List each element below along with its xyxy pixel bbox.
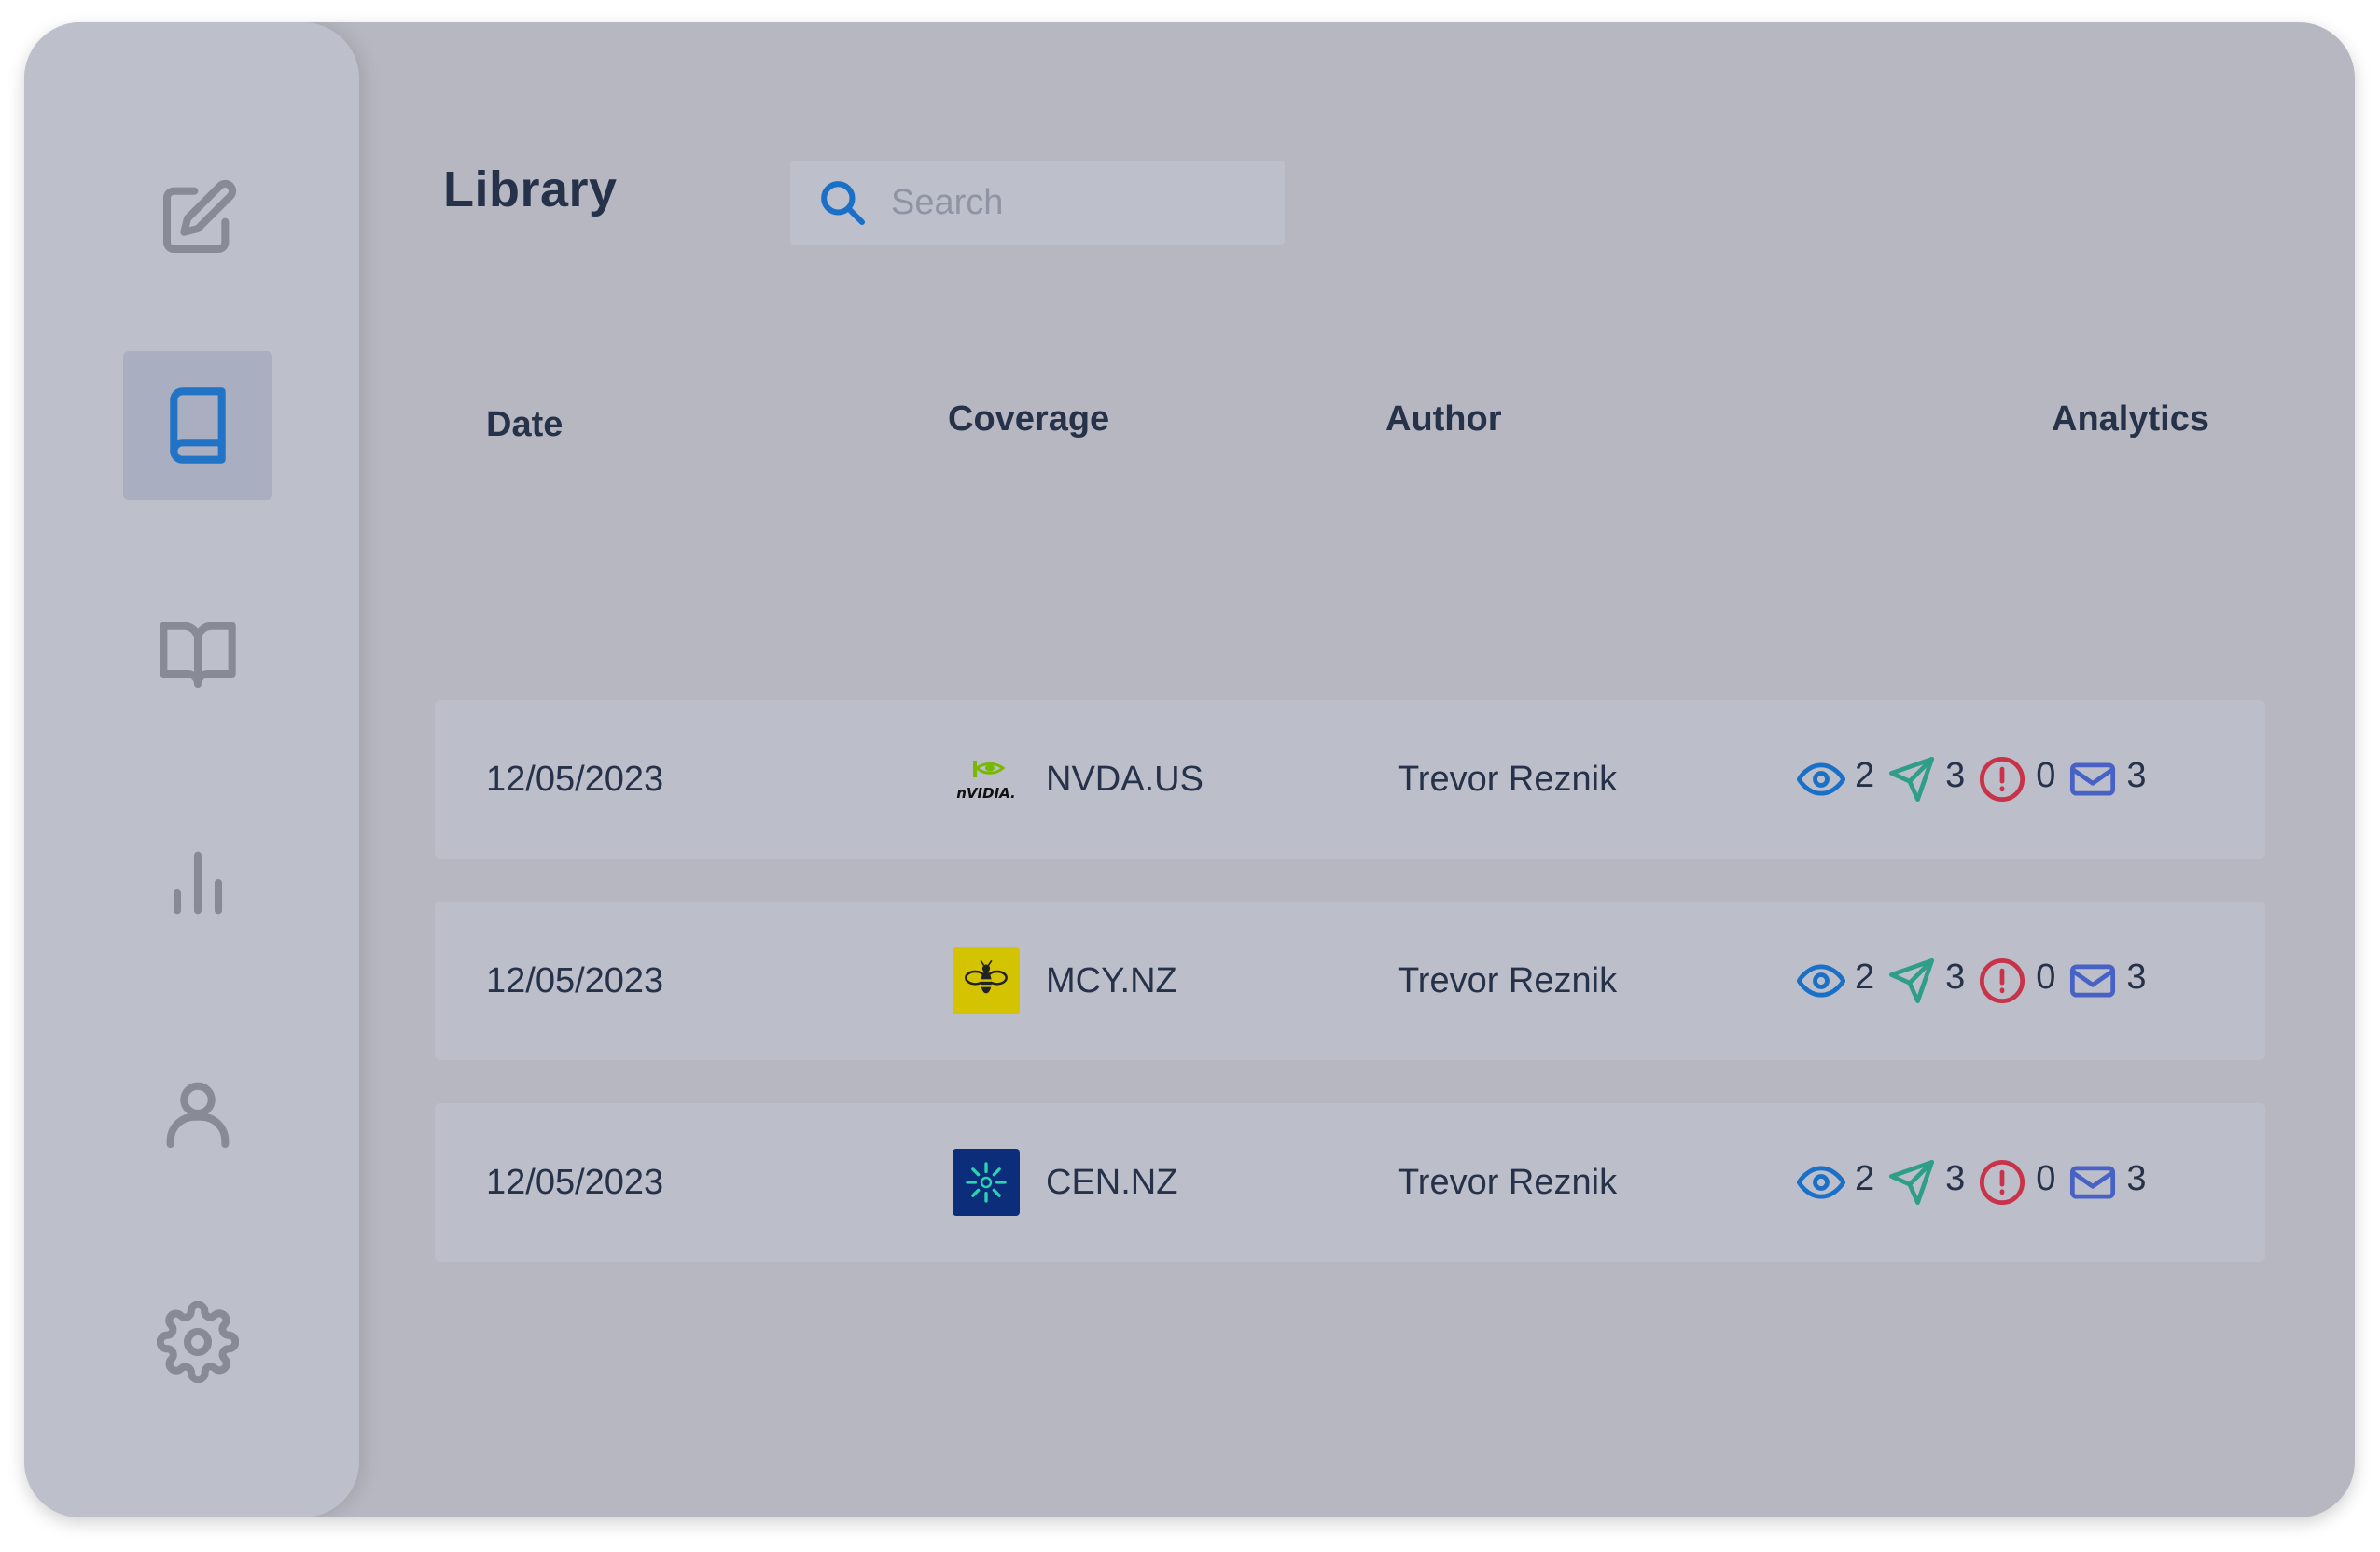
row-coverage[interactable]: nVIDIA. NVDA.US — [953, 700, 1204, 859]
mail-icon — [2070, 1166, 2116, 1199]
bar-chart-icon — [173, 851, 223, 915]
column-header-coverage[interactable]: Coverage — [948, 399, 1109, 440]
alert-circle-icon — [1980, 756, 2025, 803]
sent-count: 3 — [1945, 755, 1966, 795]
column-header-date[interactable]: Date — [486, 405, 563, 445]
contact-logo — [953, 1149, 1020, 1216]
row-date: 12/05/2023 — [486, 1162, 664, 1202]
send-icon — [1889, 958, 1935, 1004]
alerts-metric: 0 — [1978, 957, 2055, 1005]
alerts-metric: 0 — [1978, 1158, 2055, 1207]
app-window: Library Date Coverage Author Analytics 1… — [24, 22, 2355, 1517]
send-icon — [1889, 756, 1935, 803]
sent-metric: 3 — [1887, 957, 1965, 1005]
sidebar-item-analytics[interactable] — [123, 808, 272, 958]
row-ticker: CEN.NZ — [1046, 1162, 1178, 1202]
row-ticker: MCY.NZ — [1046, 960, 1177, 1000]
svg-text:nVIDIA.: nVIDIA. — [956, 785, 1016, 802]
table-row[interactable]: 12/05/2023 nVIDIA. NVDA.US Trevor Reznik… — [435, 700, 2265, 859]
eye-icon — [1797, 964, 1845, 998]
sidebar-item-compose[interactable] — [123, 144, 272, 293]
edit-icon — [162, 179, 237, 254]
alerts-count: 0 — [2036, 1158, 2056, 1198]
sidebar-item-profile[interactable] — [123, 1039, 272, 1188]
book-icon — [170, 387, 226, 464]
column-header-analytics[interactable]: Analytics — [2052, 399, 2209, 440]
alert-circle-icon — [1980, 958, 2025, 1004]
alerts-metric: 0 — [1978, 755, 2055, 804]
open-book-icon — [160, 622, 236, 689]
table-row[interactable]: 12/05/2023 CEN.NZ Trevor Reznik 2 3 0 3 — [435, 1103, 2265, 1262]
bee-logo — [953, 947, 1020, 1014]
views-count: 2 — [1855, 755, 1875, 795]
row-date: 12/05/2023 — [486, 759, 664, 799]
table-row[interactable]: 12/05/2023 MCY.NZ Trevor Reznik 2 3 0 3 — [435, 902, 2265, 1060]
views-metric: 2 — [1797, 957, 1874, 1005]
views-count: 2 — [1855, 1158, 1875, 1198]
row-analytics: 2 3 0 3 — [1797, 1103, 2160, 1262]
search-box[interactable] — [790, 161, 1285, 245]
messages-metric: 3 — [2068, 957, 2147, 1005]
row-analytics: 2 3 0 3 — [1797, 902, 2160, 1060]
views-count: 2 — [1855, 957, 1875, 997]
row-coverage[interactable]: MCY.NZ — [953, 902, 1177, 1060]
search-icon — [821, 181, 866, 226]
row-author: Trevor Reznik — [1398, 1162, 1618, 1202]
alerts-count: 0 — [2036, 755, 2056, 795]
alert-circle-icon — [1980, 1159, 2025, 1206]
eye-icon — [1797, 1166, 1845, 1199]
row-coverage[interactable]: CEN.NZ — [953, 1103, 1177, 1262]
eye-icon — [1797, 762, 1845, 796]
row-author: Trevor Reznik — [1398, 759, 1618, 799]
sidebar-item-reader[interactable] — [123, 579, 272, 728]
sidebar-item-settings[interactable] — [123, 1267, 272, 1417]
send-icon — [1889, 1159, 1935, 1206]
messages-count: 3 — [2126, 755, 2147, 795]
sent-metric: 3 — [1887, 755, 1965, 804]
sent-metric: 3 — [1887, 1158, 1965, 1207]
sent-count: 3 — [1945, 957, 1966, 997]
messages-count: 3 — [2126, 1158, 2147, 1198]
views-metric: 2 — [1797, 1158, 1874, 1207]
views-metric: 2 — [1797, 755, 1874, 804]
user-icon — [166, 1082, 230, 1149]
messages-metric: 3 — [2068, 1158, 2147, 1207]
row-author: Trevor Reznik — [1398, 960, 1618, 1000]
row-ticker: NVDA.US — [1046, 759, 1204, 799]
row-analytics: 2 3 0 3 — [1797, 700, 2160, 859]
row-date: 12/05/2023 — [486, 960, 664, 1000]
mail-icon — [2070, 762, 2116, 796]
sent-count: 3 — [1945, 1158, 1966, 1198]
nvidia-logo: nVIDIA. — [953, 746, 1020, 813]
column-header-author[interactable]: Author — [1385, 399, 1502, 440]
sidebar — [24, 22, 359, 1517]
messages-count: 3 — [2126, 957, 2147, 997]
messages-metric: 3 — [2068, 755, 2147, 804]
sidebar-item-library[interactable] — [123, 351, 272, 500]
page-title: Library — [443, 161, 618, 217]
mail-icon — [2070, 964, 2116, 998]
alerts-count: 0 — [2036, 957, 2056, 997]
search-input[interactable] — [889, 181, 1266, 224]
gear-icon — [157, 1301, 239, 1383]
